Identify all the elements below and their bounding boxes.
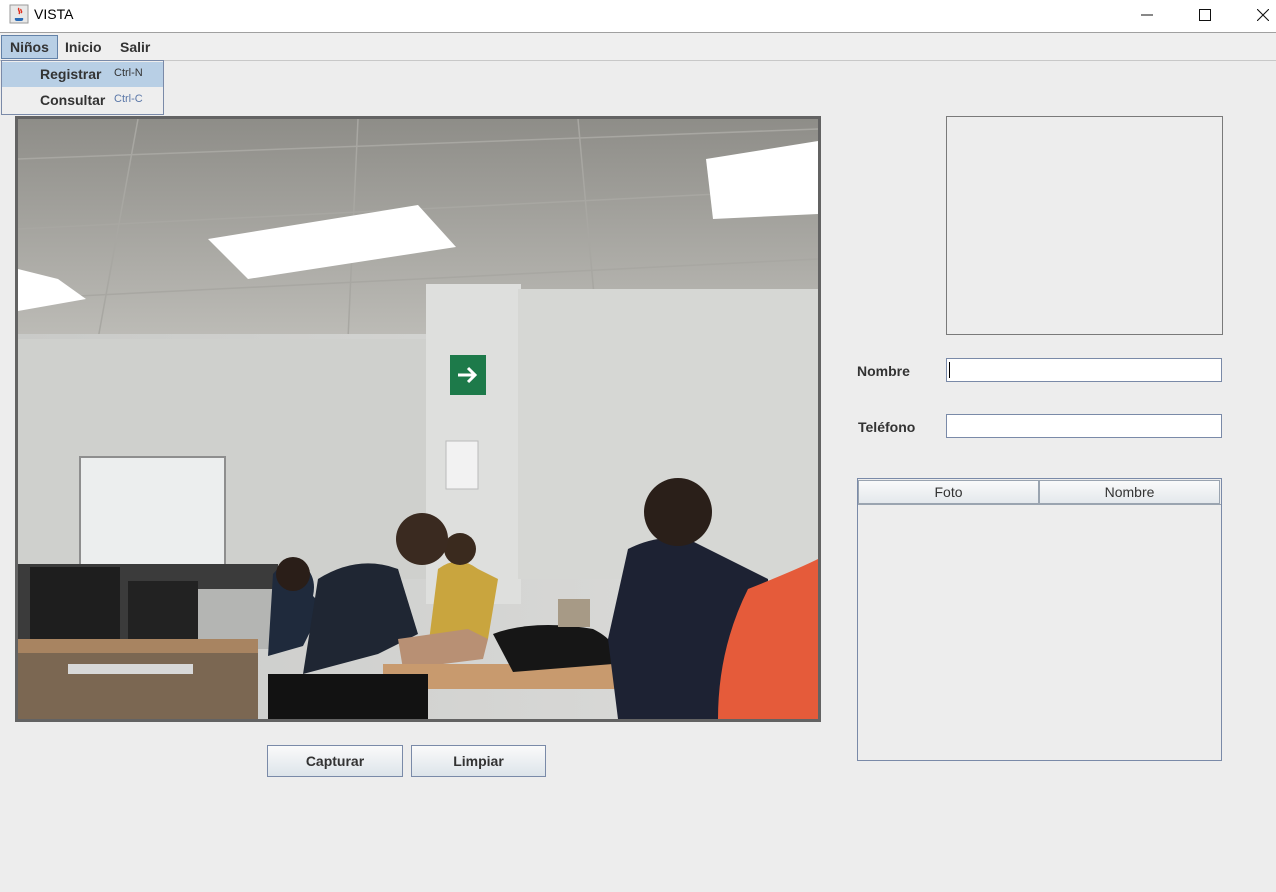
telefono-label: Teléfono	[858, 419, 916, 435]
minimize-button[interactable]	[1118, 0, 1176, 30]
menu-item-registrar[interactable]: Registrar Ctrl-N	[2, 62, 163, 87]
limpiar-button[interactable]: Limpiar	[411, 745, 546, 777]
ninos-table[interactable]: Foto Nombre	[857, 478, 1222, 761]
menu-bar: Niños Inicio Salir	[0, 32, 1276, 61]
close-button[interactable]	[1234, 0, 1276, 30]
telefono-field[interactable]	[946, 414, 1222, 438]
nombre-field[interactable]	[946, 358, 1222, 382]
close-icon	[1257, 9, 1269, 21]
captured-photo-panel	[946, 116, 1223, 335]
menu-item-label: Consultar	[40, 92, 106, 108]
nombre-label: Nombre	[857, 363, 910, 379]
minimize-icon	[1141, 14, 1153, 16]
menu-ninos[interactable]: Niños	[1, 35, 58, 59]
capturar-button[interactable]: Capturar	[267, 745, 403, 777]
webcam-preview	[15, 116, 821, 722]
maximize-icon	[1199, 9, 1211, 21]
menu-item-shortcut: Ctrl-N	[114, 67, 143, 79]
menu-item-consultar[interactable]: Consultar Ctrl-C	[2, 88, 163, 113]
menu-item-shortcut: Ctrl-C	[114, 93, 143, 105]
column-header-nombre[interactable]: Nombre	[1039, 480, 1220, 504]
java-app-icon	[9, 4, 29, 24]
window-title: VISTA	[34, 6, 74, 22]
ninos-dropdown-menu: Registrar Ctrl-N Consultar Ctrl-C	[1, 60, 164, 115]
menu-item-label: Registrar	[40, 66, 102, 82]
column-header-foto[interactable]: Foto	[858, 480, 1039, 504]
menu-salir[interactable]: Salir	[112, 35, 158, 59]
maximize-button[interactable]	[1176, 0, 1234, 30]
table-body[interactable]	[858, 504, 1221, 761]
title-bar: VISTA	[0, 0, 1276, 32]
text-caret	[949, 362, 950, 378]
webcam-image	[18, 119, 818, 719]
menu-inicio[interactable]: Inicio	[57, 35, 110, 59]
